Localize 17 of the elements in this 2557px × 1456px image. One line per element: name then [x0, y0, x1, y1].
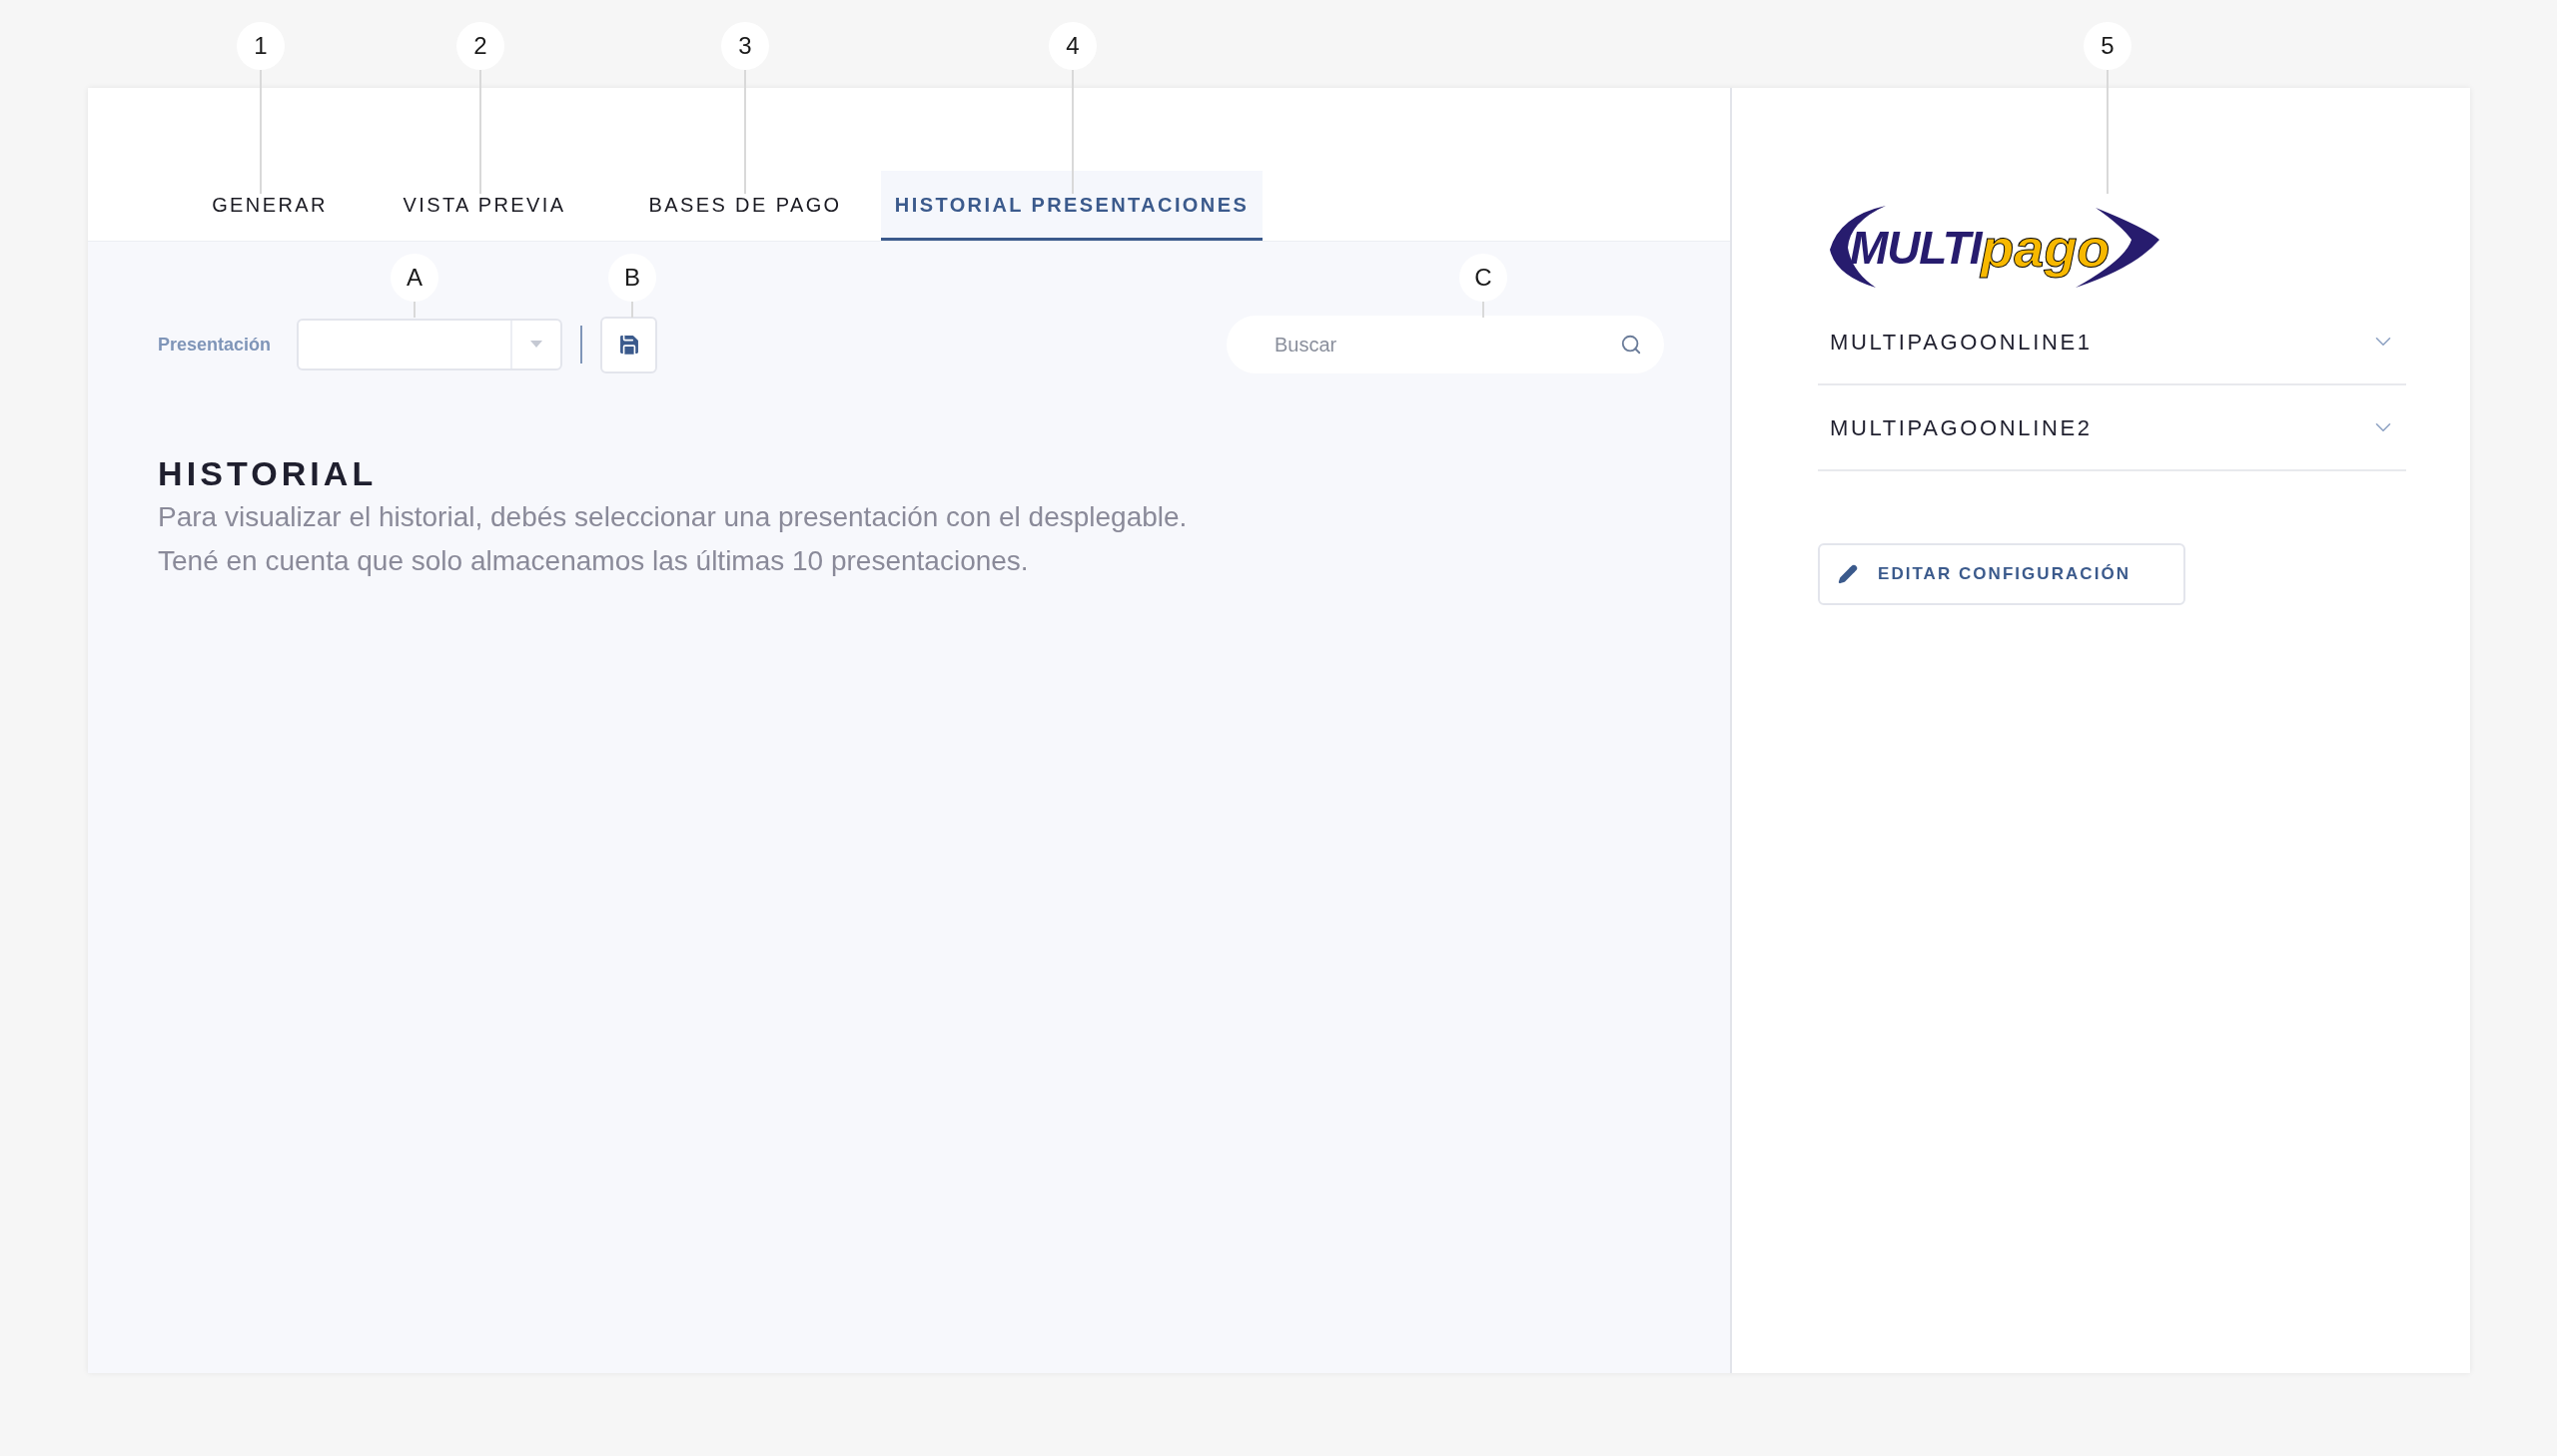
section-title: HISTORIAL [158, 453, 379, 494]
accordion-item[interactable]: MULTIPAGOONLINE1 [1818, 300, 2406, 385]
info-text: Tené en cuenta que solo almacenamos las últimas 10 presentaciones. [158, 544, 1030, 578]
accordion-item[interactable]: MULTIPAGOONLINE2 [1818, 385, 2406, 471]
callout-marker: 2 [456, 22, 504, 70]
info-text: Para visualizar el historial, debés seleccionar una presentación con el desplegable. [158, 500, 1189, 534]
callout-marker: 4 [1049, 22, 1097, 70]
tab[interactable]: HISTORIAL PRESENTACIONES [881, 171, 1263, 241]
callout-marker: 3 [721, 22, 769, 70]
edit-button[interactable]: EDITAR CONFIGURACIÓN [1818, 543, 2185, 605]
field-label: Presentación [158, 333, 272, 357]
search-field[interactable]: Buscar [1227, 316, 1664, 373]
callout-marker: 1 [237, 22, 285, 70]
tab[interactable]: GENERAR [180, 171, 360, 241]
tab[interactable]: VISTA PREVIA [360, 171, 609, 241]
tab[interactable]: BASES DE PAGO [609, 171, 881, 241]
callout-marker: 5 [2084, 22, 2131, 70]
